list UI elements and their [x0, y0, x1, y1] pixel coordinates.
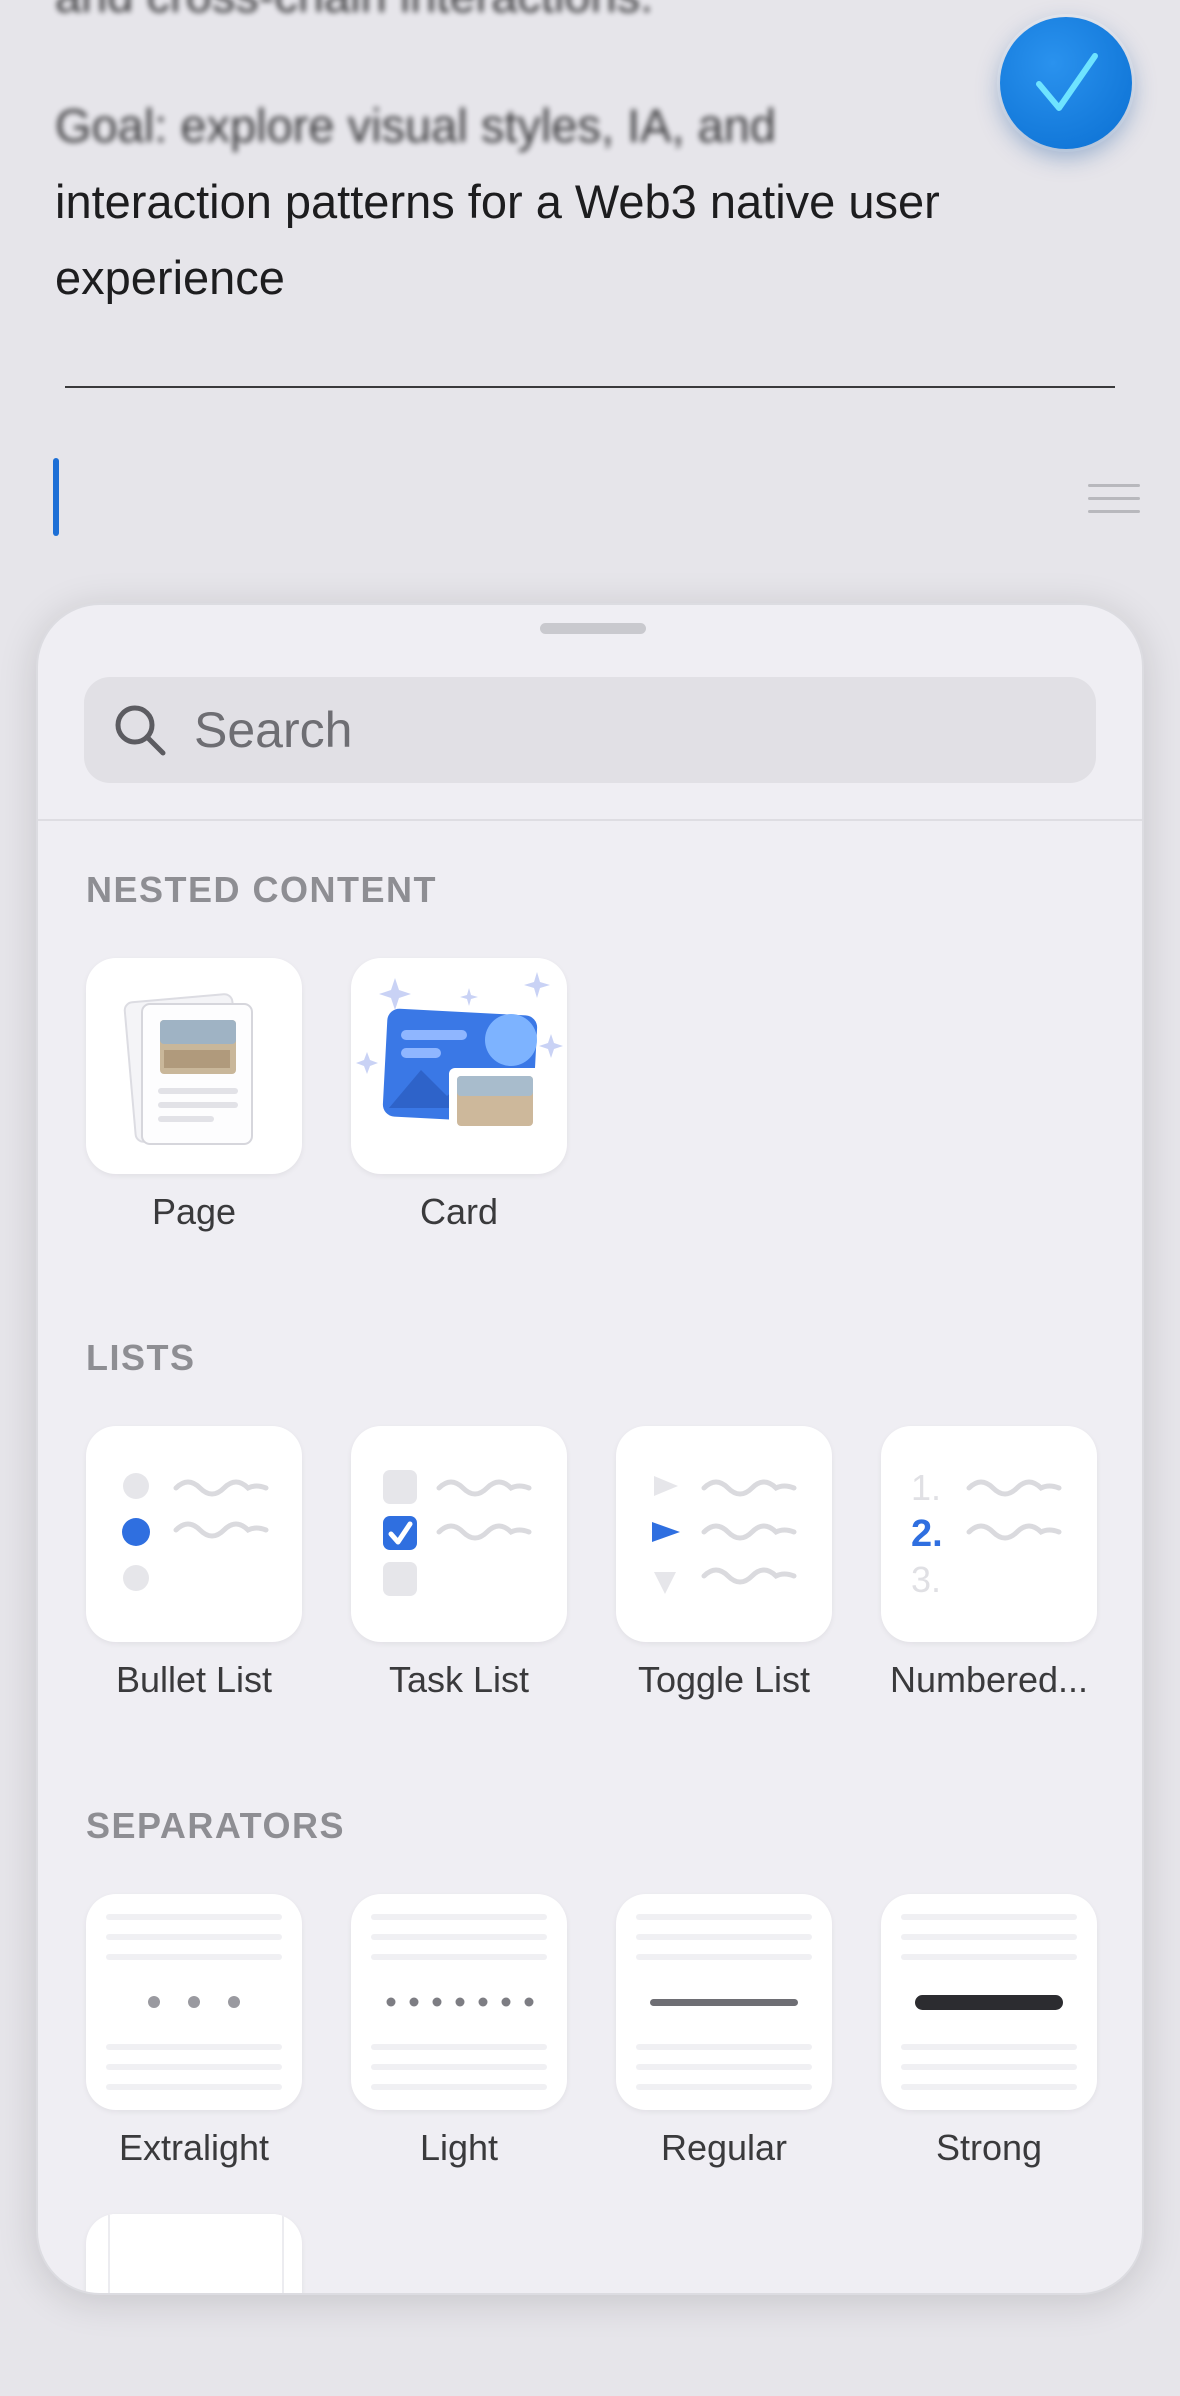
block-label: Regular: [660, 2127, 788, 2168]
block-picker-sheet: NESTED CONTENT Page: [36, 603, 1144, 2295]
document-text-line: and cross-chain interactions.: [55, 0, 653, 34]
block-tile-numbered-list[interactable]: 1. 2. 3.: [881, 1426, 1097, 1642]
block-label: Light: [419, 2127, 499, 2168]
task-list-icon: [383, 1470, 532, 1596]
document-divider: [65, 386, 1115, 388]
block-tile-toggle-list[interactable]: [616, 1426, 832, 1642]
bullet-list-icon: [122, 1473, 269, 1591]
document-text-line: interaction patterns for a Web3 native u…: [55, 175, 940, 228]
block-tile-separator-light[interactable]: [351, 1894, 567, 2110]
search-icon: [115, 705, 166, 756]
section-title-nested-content: NESTED CONTENT: [86, 869, 438, 910]
block-tile-page[interactable]: [86, 958, 302, 1174]
block-tile-card[interactable]: [351, 958, 567, 1174]
drag-handle-icon[interactable]: [1088, 484, 1140, 516]
document-text-line: experience: [55, 251, 285, 304]
page-icon: [123, 993, 253, 1145]
numbered-digit: 1.: [911, 1467, 941, 1508]
block-label: Task List: [388, 1659, 530, 1700]
section-title-lists: LISTS: [86, 1337, 196, 1378]
block-tile-bullet-list[interactable]: [86, 1426, 302, 1642]
block-label: Card: [419, 1191, 499, 1232]
sheet-grabber[interactable]: [540, 623, 646, 634]
block-label: Numbered...: [889, 1659, 1089, 1700]
numbered-digit: 3.: [911, 1559, 941, 1600]
sheet-header-divider: [38, 819, 1142, 821]
text-cursor[interactable]: [53, 458, 59, 536]
separator-regular-icon: [636, 1914, 812, 2090]
block-label: Strong: [935, 2127, 1043, 2168]
checkmark-icon: [1036, 53, 1098, 111]
document-text-line: Goal: explore visual styles, IA, and: [55, 99, 777, 152]
block-label: Toggle List: [637, 1659, 811, 1700]
separator-strong-icon: [901, 1914, 1077, 2090]
block-tile-separator-extralight[interactable]: [86, 1894, 302, 2110]
separator-extralight-icon: [106, 1914, 282, 2090]
toggle-list-icon: [652, 1476, 797, 1594]
block-label: Page: [151, 1191, 237, 1232]
page-preview-icon: [108, 2214, 284, 2293]
block-label: Bullet List: [115, 1659, 273, 1700]
numbered-digit: 2.: [911, 1513, 943, 1555]
numbered-list-icon: 1. 2. 3.: [911, 1467, 1062, 1600]
section-title-separators: SEPARATORS: [86, 1805, 346, 1846]
block-label: Extralight: [118, 2127, 270, 2168]
search-input[interactable]: [192, 700, 1056, 760]
search-bar[interactable]: [84, 677, 1096, 783]
block-tile-partial[interactable]: [86, 2214, 302, 2293]
block-tile-task-list[interactable]: [351, 1426, 567, 1642]
separator-light-icon: [371, 1914, 547, 2090]
block-tile-separator-strong[interactable]: [881, 1894, 1097, 2110]
card-icon: [356, 972, 563, 1134]
done-button[interactable]: [1000, 17, 1132, 149]
block-tile-separator-regular[interactable]: [616, 1894, 832, 2110]
